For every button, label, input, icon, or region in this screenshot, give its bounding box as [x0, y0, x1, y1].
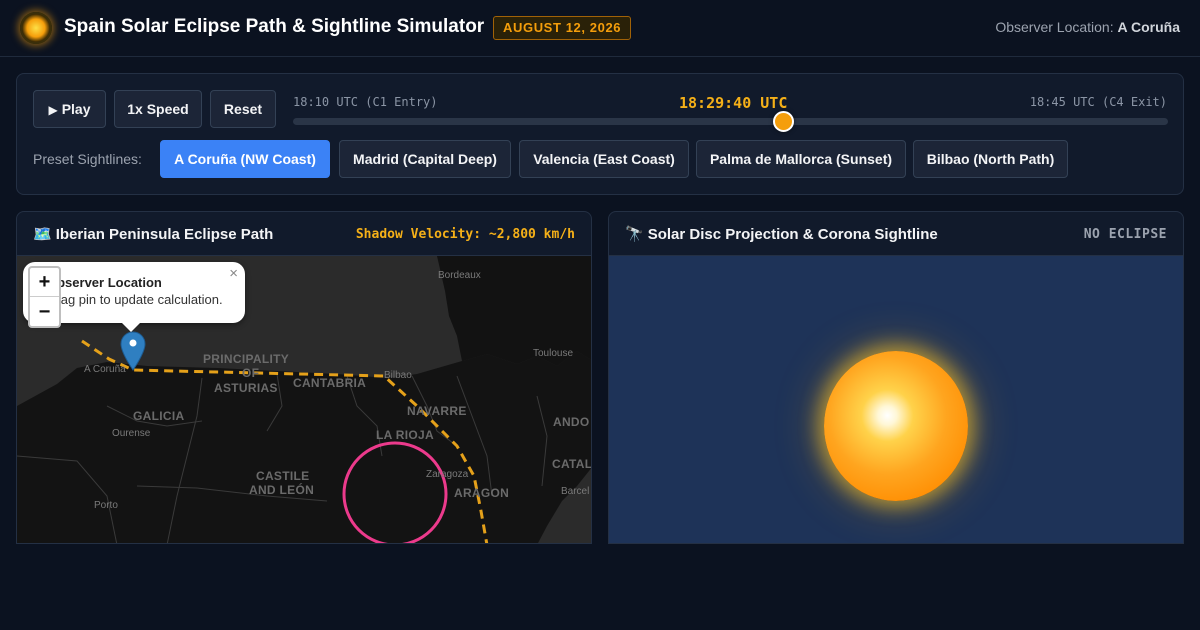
preset-madrid-button[interactable]: Madrid (Capital Deep) [339, 140, 511, 178]
map-panel-header: 🗺️ Iberian Peninsula Eclipse Path Shadow … [17, 212, 591, 256]
popup-close-icon[interactable]: × [229, 265, 238, 282]
solar-panel-header: 🔭 Solar Disc Projection & Corona Sightlin… [609, 212, 1183, 256]
region-principality: PRINCIPALITY [203, 352, 290, 366]
preset-bilbao-button[interactable]: Bilbao (North Path) [913, 140, 1068, 178]
sun-logo-icon [20, 12, 52, 44]
preset-palma-button[interactable]: Palma de Mallorca (Sunset) [696, 140, 906, 178]
map-panel-title: 🗺️ Iberian Peninsula Eclipse Path [33, 225, 273, 243]
popup-title: Observer Location [47, 275, 162, 290]
reset-button[interactable]: Reset [210, 90, 276, 128]
telescope-icon: 🔭 [625, 226, 644, 243]
solar-panel-title-text: Solar Disc Projection & Corona Sightline [647, 226, 938, 243]
city-bilbao: Bilbao [384, 370, 412, 381]
timeline-current-time: 18:29:40 UTC [679, 94, 788, 112]
play-button[interactable]: ▶ Play [33, 90, 106, 128]
observer-location-label: Observer Location: [995, 19, 1114, 35]
region-asturias: ASTURIAS [214, 381, 278, 395]
app-title: Spain Solar Eclipse Path & Sightline Sim… [64, 16, 485, 37]
region-aragon: ARAGON [454, 486, 510, 500]
preset-valencia-button[interactable]: Valencia (East Coast) [519, 140, 689, 178]
timeline-slider-thumb[interactable] [772, 111, 794, 132]
zoom-in-button[interactable]: + [30, 268, 59, 297]
popup-text: Drag pin to update calculation. [47, 292, 223, 307]
play-icon: ▶ [48, 103, 58, 117]
region-castile: CASTILE [256, 469, 310, 483]
map-panel: 🗺️ Iberian Peninsula Eclipse Path Shadow … [16, 211, 592, 544]
zoom-out-button[interactable]: − [30, 298, 59, 327]
play-label: Play [61, 101, 91, 117]
region-galicia: GALICIA [133, 409, 185, 423]
solar-disc-panel: 🔭 Solar Disc Projection & Corona Sightlin… [608, 211, 1184, 544]
region-cantabria: CANTABRIA [293, 376, 367, 390]
zoom-control: + − [28, 266, 61, 328]
observer-location: Observer Location: A Coruña [995, 19, 1180, 35]
preset-sightlines-label: Preset Sightlines: [33, 151, 142, 167]
city-barcel: Barcel [561, 486, 590, 497]
speed-button[interactable]: 1x Speed [114, 90, 202, 128]
map-panel-title-text: Iberian Peninsula Eclipse Path [55, 226, 274, 243]
timeline-start-label: 18:10 UTC (C1 Entry) [293, 95, 438, 109]
solar-projection-area [609, 256, 1183, 543]
preset-a-coruna-button[interactable]: A Coruña (NW Coast) [160, 140, 330, 178]
timeline-end-label: 18:45 UTC (C4 Exit) [1029, 95, 1167, 109]
control-panel: ▶ Play 1x Speed Reset 18:10 UTC (C1 Entry… [16, 73, 1184, 195]
date-badge: AUGUST 12, 2026 [493, 16, 632, 40]
region-and-leon: AND LEÓN [249, 483, 315, 497]
region-la-rioja: LA RIOJA [376, 428, 434, 442]
city-ourense: Ourense [112, 428, 151, 439]
observer-pin-icon[interactable] [120, 331, 146, 371]
city-zaragoza: Zaragoza [426, 469, 469, 480]
eclipse-map[interactable]: PRINCIPALITY OF ASTURIAS CANTABRIA GALIC… [17, 256, 592, 543]
observer-location-value: A Coruña [1117, 19, 1180, 35]
eclipse-status: NO ECLIPSE [1083, 227, 1167, 242]
region-navarre: NAVARRE [407, 404, 467, 418]
region-ando: ANDO [553, 415, 590, 429]
region-catal: CATAL [552, 457, 592, 471]
city-toulouse: Toulouse [533, 348, 574, 359]
solar-panel-title: 🔭 Solar Disc Projection & Corona Sightlin… [625, 225, 938, 243]
sun-disc [824, 351, 968, 501]
timeline-slider[interactable] [293, 111, 1168, 132]
app-header: Spain Solar Eclipse Path & Sightline Sim… [0, 0, 1200, 57]
popup-tip [121, 322, 141, 332]
city-bordeaux: Bordeaux [438, 270, 481, 281]
region-of: OF [242, 366, 260, 380]
map-icon: 🗺️ [33, 226, 52, 243]
city-porto: Porto [94, 500, 118, 511]
shadow-velocity: Shadow Velocity: ~2,800 km/h [355, 227, 575, 242]
